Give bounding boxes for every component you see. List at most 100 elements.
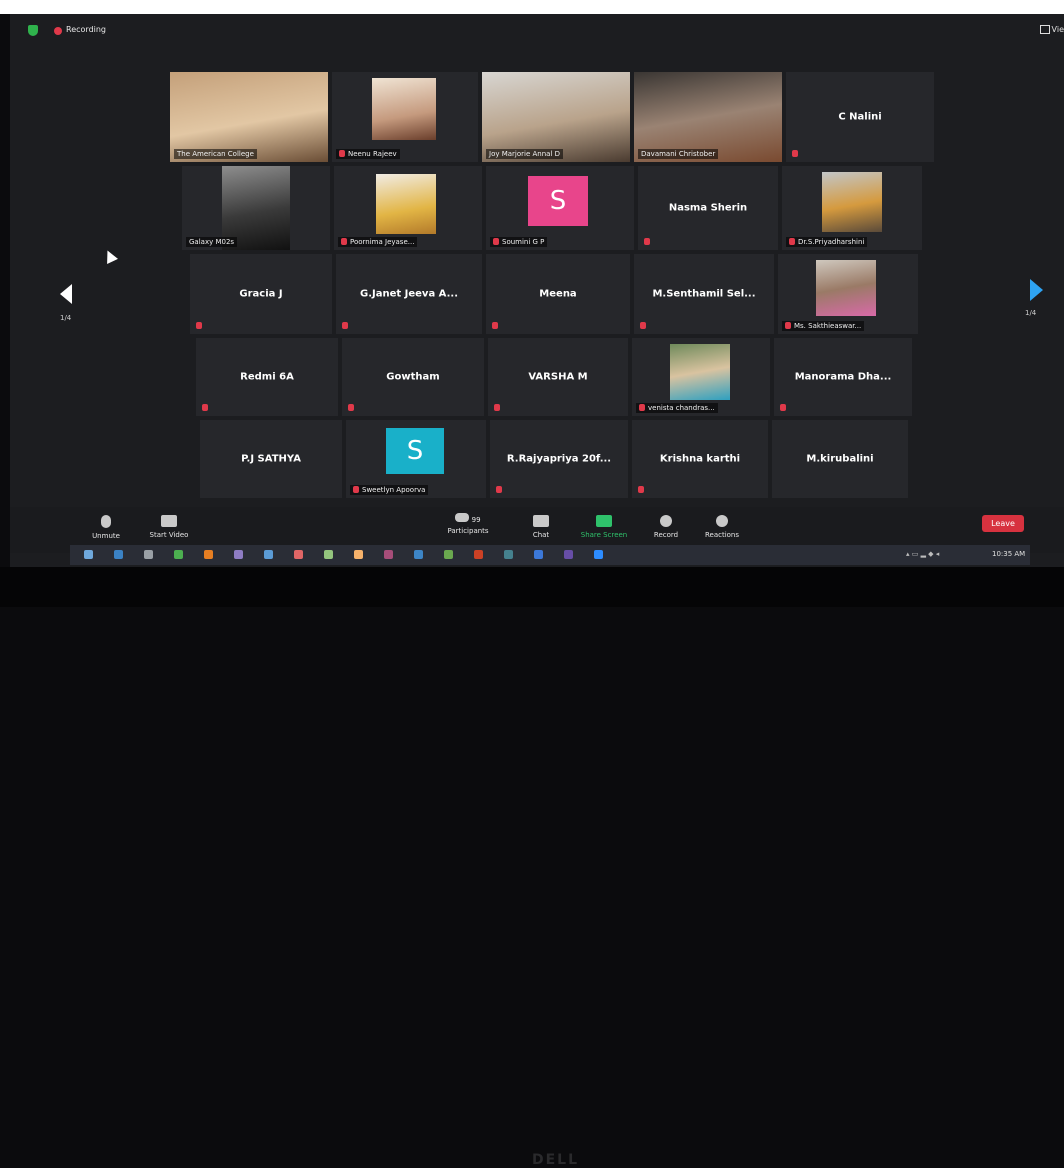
app-icon[interactable] <box>324 550 333 559</box>
muted-mic-icon <box>353 486 359 493</box>
reactions-button[interactable]: Reactions <box>700 515 744 539</box>
participant-label: Neenu Rajeev <box>336 149 400 159</box>
participant-tile[interactable]: Dr.S.Priyadharshini <box>782 166 922 250</box>
participant-tile[interactable]: S Soumini G P <box>486 166 634 250</box>
start-icon[interactable] <box>84 550 93 559</box>
participant-label: Dr.S.Priyadharshini <box>786 237 868 247</box>
system-tray-icons[interactable]: ▴ ▭ ▂ ◆ ◂ <box>906 550 939 558</box>
participant-name: Manorama Dha... <box>794 371 892 383</box>
participant-tile[interactable]: Davamani Christober <box>634 72 782 162</box>
muted-mic-icon <box>494 404 500 411</box>
participant-name: Galaxy M02s <box>186 237 238 247</box>
participant-tile[interactable]: Nasma Sherin <box>638 166 778 250</box>
zoom-window: Recording Vie 1/4 1/4 The American Colle… <box>10 14 1064 567</box>
monitor-bezel-top <box>0 0 1064 14</box>
participant-tile[interactable]: M.kirubalini <box>772 420 908 498</box>
chat-button[interactable]: Chat <box>526 515 556 539</box>
participant-name: Gracia J <box>239 288 283 300</box>
muted-mic-icon <box>785 322 791 329</box>
start-video-button[interactable]: Start Video <box>144 515 194 539</box>
participant-name: Soumini G P <box>502 238 545 246</box>
participant-tile[interactable]: Krishna karthi <box>632 420 768 498</box>
security-shield-icon[interactable] <box>28 25 38 36</box>
participant-tile[interactable]: S Sweetlyn Apoorva <box>346 420 486 498</box>
app-icon[interactable] <box>474 550 483 559</box>
participant-tile[interactable]: Galaxy M02s <box>182 166 330 250</box>
participant-tile[interactable]: M.Senthamil Sel... <box>634 254 774 334</box>
app-icon[interactable] <box>174 550 183 559</box>
unmute-button[interactable]: Unmute <box>86 515 126 540</box>
muted-mic-icon <box>780 404 786 411</box>
record-label: Record <box>653 531 679 539</box>
view-button[interactable]: Vie <box>1039 25 1064 34</box>
participant-name: M.kirubalini <box>806 453 874 465</box>
zoom-icon[interactable] <box>594 550 603 559</box>
participant-tile[interactable]: Gracia J <box>190 254 332 334</box>
top-bar: Recording Vie <box>10 14 1064 46</box>
mouse-cursor-icon <box>102 248 118 264</box>
browser-icon[interactable] <box>114 550 123 559</box>
app-icon[interactable] <box>504 550 513 559</box>
app-icon[interactable] <box>564 550 573 559</box>
participant-label: Sweetlyn Apoorva <box>350 485 429 495</box>
muted-mic-icon <box>639 404 645 411</box>
participant-name: Ms. Sakthieaswar... <box>794 322 862 330</box>
participant-tile[interactable]: G.Janet Jeeva A... <box>336 254 482 334</box>
video-feed <box>822 172 882 232</box>
participant-tile[interactable]: The American College <box>170 72 328 162</box>
participant-name: P.J SATHYA <box>241 453 301 465</box>
participants-label: Participants <box>447 527 489 535</box>
participant-tile[interactable]: Meena <box>486 254 630 334</box>
participant-tile[interactable]: Ms. Sakthieaswar... <box>778 254 918 334</box>
participant-tile[interactable]: C Nalini <box>786 72 934 162</box>
app-icon[interactable] <box>534 550 543 559</box>
firefox-icon[interactable] <box>204 550 213 559</box>
share-screen-button[interactable]: Share Screen <box>576 515 632 539</box>
app-icon[interactable] <box>294 550 303 559</box>
participant-name: C Nalini <box>838 111 882 123</box>
participant-label: Ms. Sakthieaswar... <box>782 321 865 331</box>
participant-name: Redmi 6A <box>240 371 294 383</box>
participant-tile[interactable]: Joy Marjorie Annal D <box>482 72 630 162</box>
muted-mic-icon <box>492 322 498 329</box>
participant-name: Joy Marjorie Annal D <box>486 149 564 159</box>
start-video-label: Start Video <box>149 531 189 539</box>
participant-name: M.Senthamil Sel... <box>652 288 756 300</box>
share-screen-icon <box>596 515 612 527</box>
participant-tile[interactable]: Gowtham <box>342 338 484 416</box>
app-icon[interactable] <box>234 550 243 559</box>
participant-name: Meena <box>539 288 577 300</box>
microphone-off-icon <box>101 515 111 528</box>
monitor-logo: DELL <box>532 1152 580 1168</box>
muted-mic-icon <box>342 322 348 329</box>
app-icon[interactable] <box>384 550 393 559</box>
app-icon[interactable] <box>444 550 453 559</box>
leave-button[interactable]: Leave <box>982 515 1024 532</box>
participants-icon <box>455 513 470 522</box>
participants-button[interactable]: 99 Participants <box>442 513 494 535</box>
participant-tile[interactable]: R.Rajyapriya 20f... <box>490 420 628 498</box>
participant-tile[interactable]: venista chandras... <box>632 338 770 416</box>
muted-mic-icon <box>496 486 502 493</box>
participant-name: Davamani Christober <box>638 149 719 159</box>
previous-page-arrow-icon[interactable] <box>60 284 72 304</box>
participant-tile[interactable]: P.J SATHYA <box>200 420 342 498</box>
participant-tile[interactable]: VARSHA M <box>488 338 628 416</box>
chat-icon <box>533 515 549 527</box>
recording-dot-icon <box>54 27 62 35</box>
app-icon[interactable] <box>414 550 423 559</box>
participant-tile[interactable]: Neenu Rajeev <box>332 72 478 162</box>
file-explorer-icon[interactable] <box>144 550 153 559</box>
app-icon[interactable] <box>264 550 273 559</box>
participant-tile[interactable]: Poornima Jeyase... <box>334 166 482 250</box>
record-button[interactable]: Record <box>646 515 686 539</box>
next-page-arrow-icon[interactable] <box>1030 279 1043 301</box>
record-icon <box>660 515 672 527</box>
participant-tile[interactable]: Manorama Dha... <box>774 338 912 416</box>
app-icon[interactable] <box>354 550 363 559</box>
chat-label: Chat <box>532 531 550 539</box>
muted-mic-icon <box>493 238 499 245</box>
participant-tile[interactable]: Redmi 6A <box>196 338 338 416</box>
muted-mic-icon <box>341 238 347 245</box>
muted-mic-icon <box>339 150 345 157</box>
